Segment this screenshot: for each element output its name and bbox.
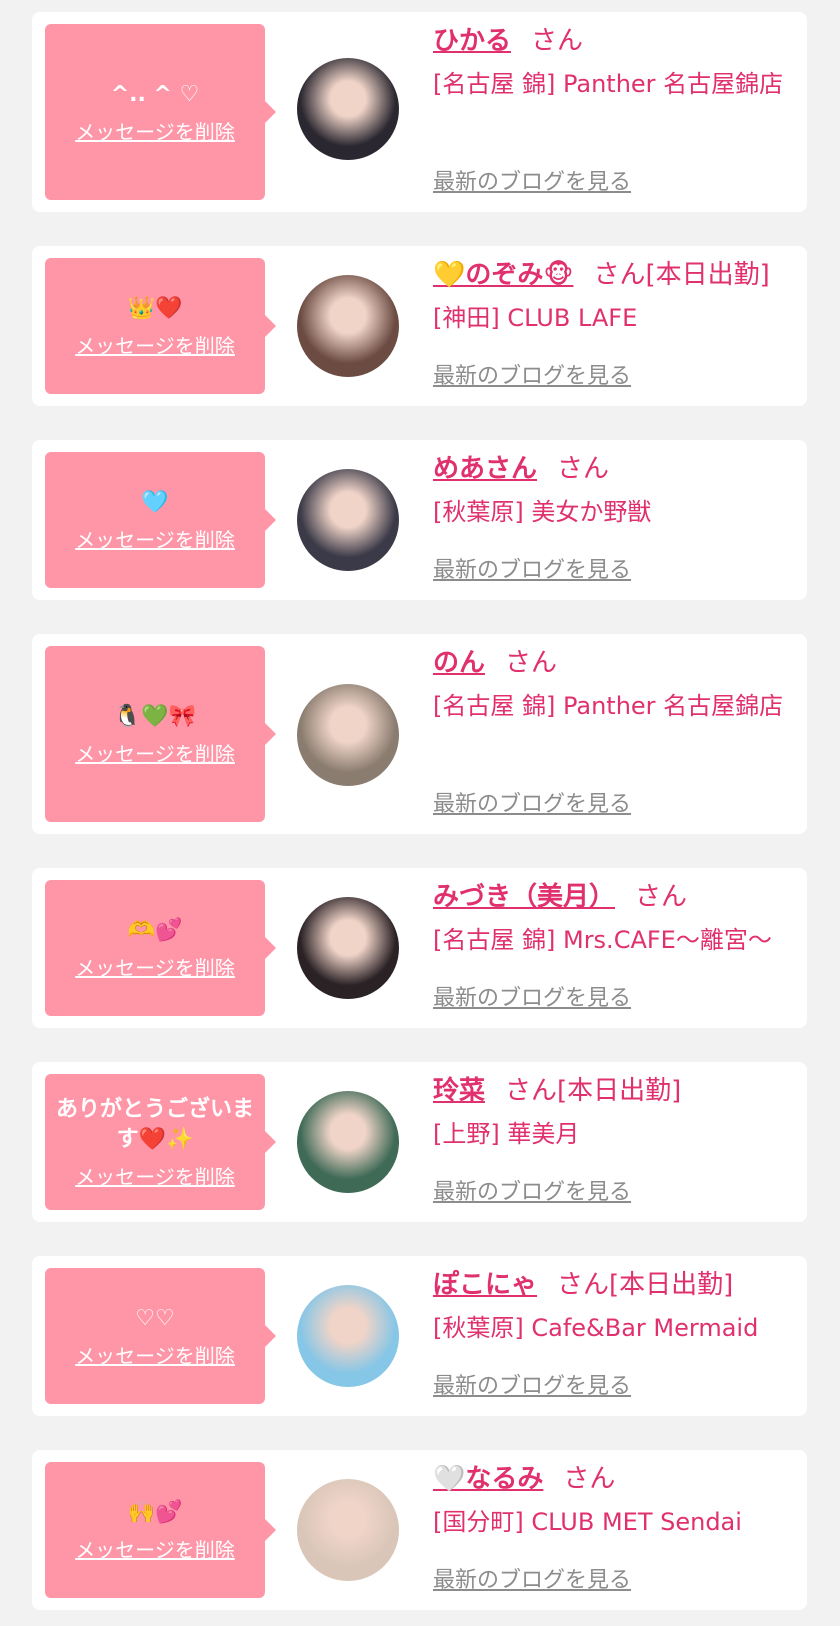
cast-name-link[interactable]: 💛のぞみ🐵 bbox=[433, 260, 573, 290]
message-list: ^.. ^ ♡ メッセージを削除 ひかる さん [名古屋 錦] Panther 名古屋錦… bbox=[0, 0, 840, 1626]
cast-name-link[interactable]: 🤍なるみ bbox=[433, 1464, 543, 1494]
message-card: ^.. ^ ♡ メッセージを削除 ひかる さん [名古屋 錦] Panther 名古屋錦… bbox=[32, 12, 807, 212]
cast-name-line: めあさん さん bbox=[433, 452, 793, 486]
message-card: 👑❤️ メッセージを削除 💛のぞみ🐵 さん[本日出勤] [神田] CLUB LAFE 最新… bbox=[32, 246, 807, 406]
shop-name: [神田] CLUB LAFE bbox=[433, 304, 638, 332]
message-text: 🐧💚🎀 bbox=[113, 703, 197, 729]
latest-blog-link[interactable]: 最新のブログを見る bbox=[433, 786, 631, 818]
cast-avatar[interactable] bbox=[297, 1285, 399, 1387]
cast-avatar[interactable] bbox=[297, 897, 399, 999]
message-bubble: ♡♡ メッセージを削除 bbox=[45, 1268, 265, 1404]
cast-honorific: さん bbox=[557, 454, 610, 484]
delete-message-link[interactable]: メッセージを削除 bbox=[75, 1161, 235, 1190]
delete-message-link[interactable]: メッセージを削除 bbox=[75, 330, 235, 359]
cast-info: めあさん さん [秋葉原] 美女か野獣 bbox=[433, 452, 793, 532]
cast-name-line: のん さん bbox=[433, 646, 793, 680]
message-text: ♡♡ bbox=[135, 1305, 175, 1331]
cast-name-link[interactable]: みづき（美月） bbox=[433, 882, 615, 912]
shop-name: [上野] 華美月 bbox=[433, 1120, 580, 1148]
cast-name-line: みづき（美月） さん bbox=[433, 880, 793, 914]
delete-message-link[interactable]: メッセージを削除 bbox=[75, 1340, 235, 1369]
cast-name-link[interactable]: 玲菜 bbox=[433, 1076, 485, 1106]
cast-name-link[interactable]: のん bbox=[433, 648, 485, 678]
cast-info: 💛のぞみ🐵 さん[本日出勤] [神田] CLUB LAFE bbox=[433, 258, 793, 338]
latest-blog-link[interactable]: 最新のブログを見る bbox=[433, 358, 631, 390]
cast-honorific: さん bbox=[531, 26, 584, 56]
cast-info: のん さん [名古屋 錦] Panther 名古屋錦店 bbox=[433, 646, 793, 726]
message-bubble: 🙌💕 メッセージを削除 bbox=[45, 1462, 265, 1598]
latest-blog-link[interactable]: 最新のブログを見る bbox=[433, 1174, 631, 1206]
message-text: 🙌💕 bbox=[127, 1499, 183, 1525]
message-card: 🫶💕 メッセージを削除 みづき（美月） さん [名古屋 錦] Mrs.CAFE〜離宮〜最… bbox=[32, 868, 807, 1028]
latest-blog-link[interactable]: 最新のブログを見る bbox=[433, 164, 631, 196]
delete-message-link[interactable]: メッセージを削除 bbox=[75, 1534, 235, 1563]
shop-name: [秋葉原] Cafe&Bar Mermaid bbox=[433, 1314, 759, 1342]
message-text: 🩵 bbox=[141, 489, 169, 515]
delete-message-link[interactable]: メッセージを削除 bbox=[75, 952, 235, 981]
cast-avatar[interactable] bbox=[297, 275, 399, 377]
message-bubble: 🩵 メッセージを削除 bbox=[45, 452, 265, 588]
delete-message-link[interactable]: メッセージを削除 bbox=[75, 738, 235, 767]
cast-avatar[interactable] bbox=[297, 1091, 399, 1193]
cast-avatar[interactable] bbox=[297, 1479, 399, 1581]
shop-name: [国分町] CLUB MET Sendai bbox=[433, 1508, 742, 1536]
cast-info: みづき（美月） さん [名古屋 錦] Mrs.CAFE〜離宮〜 bbox=[433, 880, 793, 960]
cast-honorific: さん bbox=[635, 882, 688, 912]
cast-info: 🤍なるみ さん [国分町] CLUB MET Sendai bbox=[433, 1462, 793, 1542]
message-card: 🩵 メッセージを削除 めあさん さん [秋葉原] 美女か野獣最新のブログを見る bbox=[32, 440, 807, 600]
shop-name: [名古屋 錦] Mrs.CAFE〜離宮〜 bbox=[433, 926, 772, 954]
message-card: 🐧💚🎀 メッセージを削除 のん さん [名古屋 錦] Panther 名古屋錦店最新のブ… bbox=[32, 634, 807, 834]
latest-blog-link[interactable]: 最新のブログを見る bbox=[433, 1368, 631, 1400]
cast-name-line: 🤍なるみ さん bbox=[433, 1462, 793, 1496]
cast-info: ぽこにゃ さん[本日出勤] [秋葉原] Cafe&Bar Mermaid bbox=[433, 1268, 793, 1348]
cast-honorific: さん[本日出勤] bbox=[505, 1076, 682, 1106]
cast-name-line: ひかる さん bbox=[433, 24, 793, 58]
message-card: 🙌💕 メッセージを削除 🤍なるみ さん [国分町] CLUB MET Sendai 最新の… bbox=[32, 1450, 807, 1610]
message-text: 👑❤️ bbox=[127, 295, 183, 321]
delete-message-link[interactable]: メッセージを削除 bbox=[75, 524, 235, 553]
cast-info: ひかる さん [名古屋 錦] Panther 名古屋錦店 bbox=[433, 24, 793, 104]
message-bubble: ありがとうございます❤️✨ メッセージを削除 bbox=[45, 1074, 265, 1210]
cast-avatar[interactable] bbox=[297, 469, 399, 571]
shop-name: [秋葉原] 美女か野獣 bbox=[433, 498, 652, 526]
message-card: ♡♡ メッセージを削除 ぽこにゃ さん[本日出勤] [秋葉原] Cafe&Bar Mer… bbox=[32, 1256, 807, 1416]
cast-info: 玲菜 さん[本日出勤] [上野] 華美月 bbox=[433, 1074, 793, 1154]
message-bubble: 🫶💕 メッセージを削除 bbox=[45, 880, 265, 1016]
message-bubble: 👑❤️ メッセージを削除 bbox=[45, 258, 265, 394]
message-bubble: ^.. ^ ♡ メッセージを削除 bbox=[45, 24, 265, 200]
message-text: ありがとうございます❤️✨ bbox=[55, 1096, 254, 1152]
cast-name-line: 💛のぞみ🐵 さん[本日出勤] bbox=[433, 258, 793, 292]
shop-name: [名古屋 錦] Panther 名古屋錦店 bbox=[433, 692, 784, 720]
message-text: 🫶💕 bbox=[127, 917, 183, 943]
cast-avatar[interactable] bbox=[297, 58, 399, 160]
cast-honorific: さん[本日出勤] bbox=[593, 260, 770, 290]
cast-name-link[interactable]: ぽこにゃ bbox=[433, 1270, 537, 1300]
cast-name-line: 玲菜 さん[本日出勤] bbox=[433, 1074, 793, 1108]
cast-honorific: さん[本日出勤] bbox=[557, 1270, 734, 1300]
shop-name: [名古屋 錦] Panther 名古屋錦店 bbox=[433, 70, 784, 98]
message-text: ^.. ^ ♡ bbox=[110, 81, 200, 107]
cast-honorific: さん bbox=[563, 1464, 616, 1494]
cast-name-line: ぽこにゃ さん[本日出勤] bbox=[433, 1268, 793, 1302]
delete-message-link[interactable]: メッセージを削除 bbox=[75, 116, 235, 145]
latest-blog-link[interactable]: 最新のブログを見る bbox=[433, 1562, 631, 1594]
latest-blog-link[interactable]: 最新のブログを見る bbox=[433, 980, 631, 1012]
latest-blog-link[interactable]: 最新のブログを見る bbox=[433, 552, 631, 584]
message-bubble: 🐧💚🎀 メッセージを削除 bbox=[45, 646, 265, 822]
cast-name-link[interactable]: めあさん bbox=[433, 454, 537, 484]
cast-honorific: さん bbox=[505, 648, 558, 678]
message-card: ありがとうございます❤️✨ メッセージを削除 玲菜 さん[本日出勤] [上野] 華美月最… bbox=[32, 1062, 807, 1222]
cast-name-link[interactable]: ひかる bbox=[433, 26, 511, 56]
cast-avatar[interactable] bbox=[297, 684, 399, 786]
